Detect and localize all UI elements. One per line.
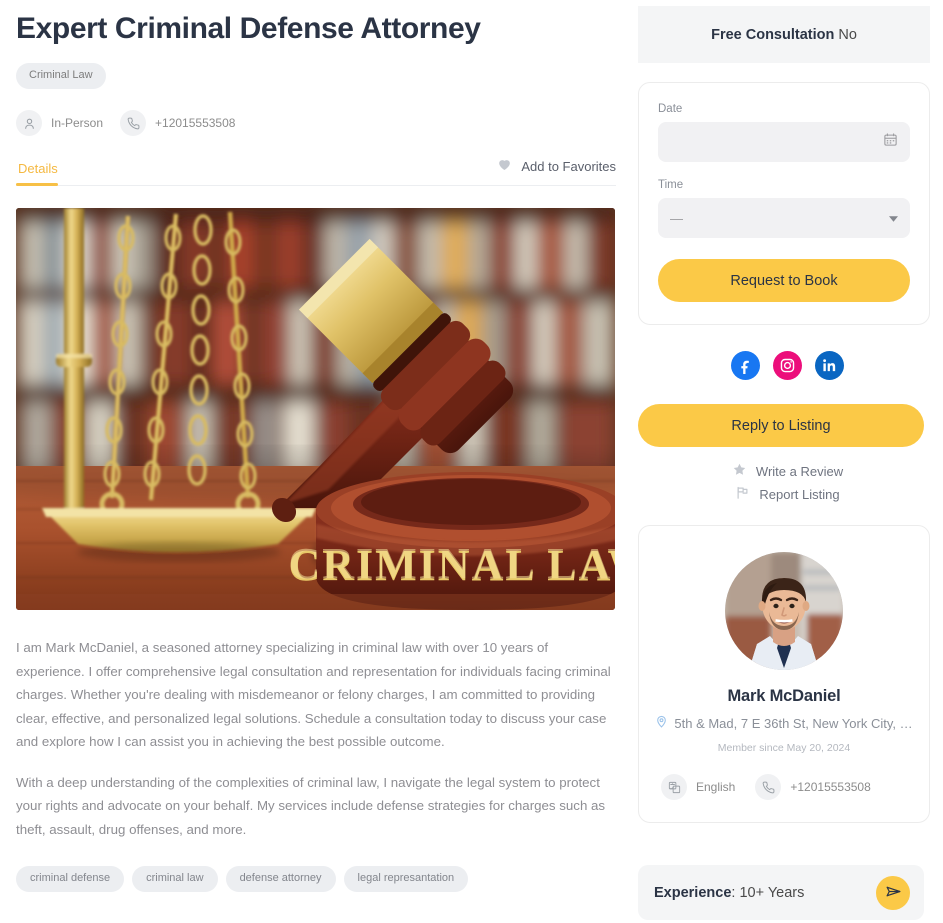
page-title: Expert Criminal Defense Attorney bbox=[16, 12, 481, 45]
sidebar-column: Free Consultation No Date Time — Request… bbox=[632, 0, 943, 923]
profile-phone-item[interactable]: +12015553508 bbox=[755, 774, 871, 800]
linkedin-icon[interactable] bbox=[815, 351, 844, 380]
date-field-label: Date bbox=[658, 103, 683, 115]
booking-card: Date Time — Request to Book bbox=[638, 82, 930, 325]
listing-detail-page: Expert Criminal Defense Attorney Crimina… bbox=[0, 0, 943, 923]
description-paragraph-1: I am Mark McDaniel, a seasoned attorney … bbox=[16, 640, 611, 749]
write-a-review-label: Write a Review bbox=[755, 463, 844, 479]
heart-icon bbox=[496, 156, 513, 177]
add-to-favorites-button[interactable]: Add to Favorites bbox=[496, 156, 616, 185]
free-consultation-banner: Free Consultation No bbox=[638, 6, 930, 63]
report-listing-label: Report Listing bbox=[759, 486, 840, 502]
time-select-value: — bbox=[670, 210, 683, 226]
profile-language-label: English bbox=[696, 780, 736, 794]
phone-icon bbox=[120, 110, 147, 136]
report-listing-link[interactable]: Report Listing bbox=[735, 485, 840, 503]
send-message-button[interactable] bbox=[876, 875, 910, 910]
author-profile-card: Mark McDaniel 5th & Mad, 7 E 36th St, Ne… bbox=[638, 525, 930, 823]
add-to-favorites-label: Add to Favorites bbox=[521, 159, 616, 174]
location-pin-icon bbox=[655, 714, 668, 732]
tag-item[interactable]: criminal defense bbox=[16, 866, 125, 892]
reply-to-listing-button[interactable]: Reply to Listing bbox=[638, 404, 924, 447]
experience-label: Experience bbox=[654, 884, 732, 901]
tab-list: Details bbox=[16, 161, 70, 186]
instagram-icon[interactable] bbox=[773, 351, 802, 380]
gavel-criminal-law-illustration: CRIMINAL LAW CRIMINAL LAW bbox=[16, 208, 615, 610]
svg-text:CRIMINAL LAW: CRIMINAL LAW bbox=[288, 539, 615, 588]
translate-icon bbox=[661, 774, 687, 800]
time-select[interactable]: — bbox=[658, 198, 910, 238]
experience-value: 10+ Years bbox=[739, 884, 805, 901]
social-links-row bbox=[632, 351, 943, 380]
tab-bar: Details Add to Favorites bbox=[16, 156, 616, 186]
tab-details[interactable]: Details bbox=[16, 161, 70, 186]
free-consultation-label: Free Consultation bbox=[711, 26, 835, 43]
tag-item[interactable]: legal represantation bbox=[343, 866, 469, 892]
write-a-review-link[interactable]: Write a Review bbox=[732, 462, 843, 480]
experience-bar: Experience: 10+ Years bbox=[638, 865, 924, 920]
calendar-icon[interactable] bbox=[883, 132, 898, 152]
chevron-down-icon[interactable] bbox=[889, 209, 898, 227]
secondary-links: Write a Review Report Listing bbox=[632, 462, 943, 503]
send-icon bbox=[885, 883, 902, 903]
phone-icon bbox=[755, 774, 782, 800]
listing-description: I am Mark McDaniel, a seasoned attorney … bbox=[16, 636, 616, 841]
profile-language-item: English bbox=[661, 774, 735, 800]
service-type-item: In-Person bbox=[16, 110, 103, 136]
profile-info-row: English +12015553508 bbox=[639, 774, 929, 822]
category-row: Criminal Law bbox=[16, 63, 616, 89]
main-content-column: Expert Criminal Defense Attorney Crimina… bbox=[0, 0, 632, 923]
avatar[interactable] bbox=[725, 552, 843, 670]
free-consultation-value: No bbox=[838, 26, 857, 43]
description-paragraph-2: With a deep understanding of the complex… bbox=[16, 774, 606, 837]
date-input[interactable] bbox=[658, 122, 910, 162]
phone-label: +12015553508 bbox=[155, 116, 236, 130]
profile-name: Mark McDaniel bbox=[727, 687, 841, 705]
tag-item[interactable]: defense attorney bbox=[225, 866, 336, 892]
tag-list: criminal defense criminal law defense at… bbox=[16, 866, 616, 892]
profile-address: 5th & Mad, 7 E 36th St, New York City, … bbox=[639, 714, 929, 732]
listing-meta-row: In-Person +12015553508 bbox=[16, 110, 616, 136]
flag-icon bbox=[735, 485, 750, 503]
listing-hero-image: CRIMINAL LAW CRIMINAL LAW bbox=[16, 208, 615, 610]
profile-address-label: 5th & Mad, 7 E 36th St, New York City, … bbox=[674, 715, 913, 731]
experience-text: Experience: 10+ Years bbox=[654, 884, 805, 901]
star-icon bbox=[732, 462, 747, 480]
service-type-label: In-Person bbox=[51, 116, 104, 130]
member-since-label: Member since May 20, 2024 bbox=[717, 742, 851, 754]
person-icon bbox=[16, 110, 42, 136]
time-field-label: Time bbox=[658, 179, 684, 191]
phone-item[interactable]: +12015553508 bbox=[120, 110, 235, 136]
avatar-portrait bbox=[725, 552, 843, 670]
tag-item[interactable]: criminal law bbox=[132, 866, 218, 892]
profile-phone-label: +12015553508 bbox=[790, 780, 871, 794]
request-to-book-button[interactable]: Request to Book bbox=[658, 259, 910, 302]
facebook-icon[interactable] bbox=[731, 351, 760, 380]
category-pill[interactable]: Criminal Law bbox=[16, 63, 106, 89]
